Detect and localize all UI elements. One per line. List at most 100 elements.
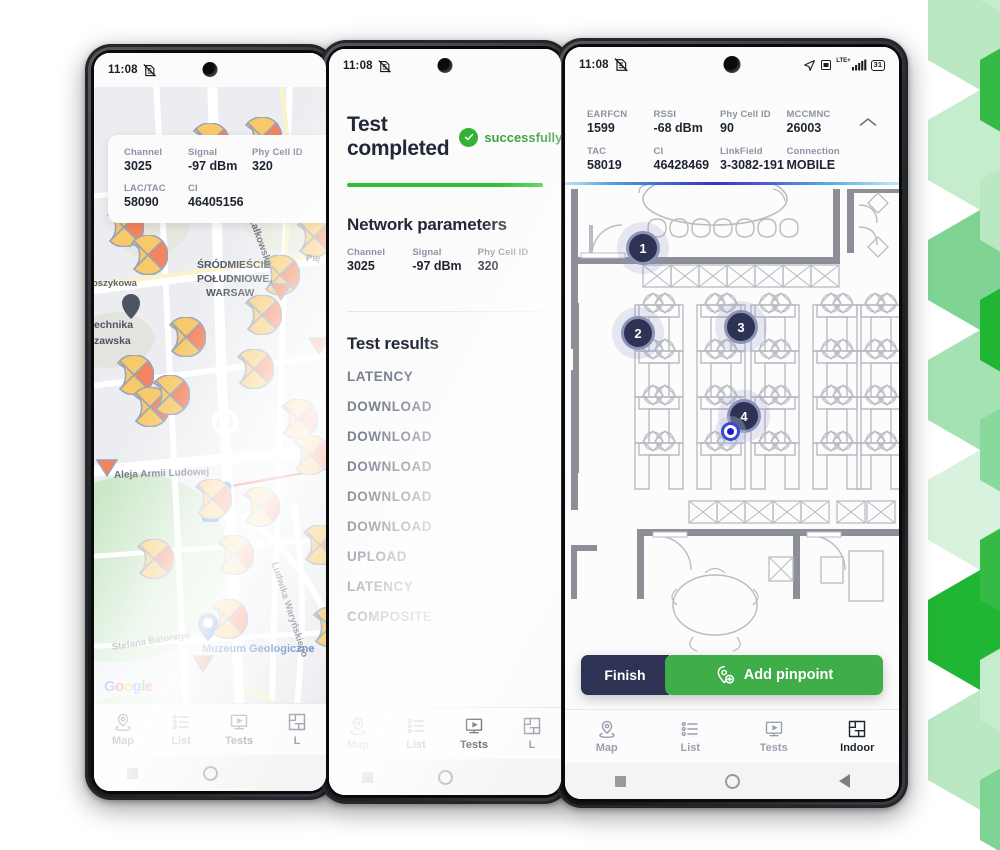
nav-tab-tests[interactable]: Tests (210, 712, 268, 747)
nav-tab-list[interactable]: List (387, 716, 445, 751)
test-result-item[interactable]: UPLOAD (347, 542, 543, 572)
test-result-item[interactable]: COMPOSITE (347, 602, 543, 632)
home-button[interactable] (724, 773, 740, 789)
param-label: LinkField (720, 146, 763, 157)
finish-button[interactable]: Finish (581, 655, 669, 695)
test-result-item[interactable]: DOWNLOAD (347, 482, 543, 512)
recents-button[interactable] (361, 771, 373, 783)
hexagon-tile (980, 30, 1000, 150)
nav-tab-map[interactable]: Map (329, 716, 387, 751)
list-icon (172, 714, 189, 730)
nav-tab-tests[interactable]: Tests (732, 719, 816, 754)
test-result-item[interactable]: DOWNLOAD (347, 422, 543, 452)
page-title: Test completed (347, 113, 450, 160)
tests-icon (765, 721, 782, 737)
cell-sector-marker[interactable] (290, 434, 326, 480)
param-value: 58090 (124, 195, 159, 209)
hexagon-tile (980, 390, 1000, 510)
test-result-item[interactable]: DOWNLOAD (347, 452, 543, 482)
collapse-panel-button[interactable] (853, 109, 883, 135)
cell-sector-marker[interactable] (150, 374, 191, 420)
cell-sector-marker[interactable] (192, 478, 233, 524)
status-icons: LTE+ 31 (803, 58, 885, 72)
cell-sector-marker[interactable] (134, 538, 175, 584)
param-value: 46405156 (188, 195, 244, 209)
nav-tab-list[interactable]: List (649, 719, 733, 754)
cell-sector-marker[interactable] (191, 655, 215, 678)
add-pinpoint-button[interactable]: Add pinpoint (665, 655, 883, 695)
param-value: 320 (477, 258, 499, 273)
pinpoint-marker-1[interactable]: 1 (626, 231, 660, 265)
home-button[interactable] (202, 765, 218, 781)
hexagon-tile (980, 750, 1000, 850)
param-value: 90 (720, 121, 734, 135)
no-sim-icon (143, 63, 156, 77)
pinpoint-marker-3[interactable]: 3 (724, 310, 758, 344)
android-system-bar[interactable] (329, 759, 561, 795)
param-value: -97 dBm (188, 159, 238, 173)
cell-sector-marker[interactable] (300, 524, 326, 570)
nav-tab-tests[interactable]: Tests (445, 716, 503, 751)
lte-signal-icon (851, 59, 866, 71)
android-system-bar[interactable] (565, 763, 899, 799)
no-sim-icon (614, 58, 628, 72)
back-button[interactable] (838, 774, 850, 788)
param-phy-cell-id: Phy Cell ID 320 (252, 147, 316, 173)
test-result-item[interactable]: LATENCY (347, 362, 543, 392)
recents-button[interactable] (614, 775, 626, 787)
test-results-view[interactable]: Test completed successfully Network para… (329, 83, 561, 707)
param-label: Phy Cell ID (252, 147, 303, 158)
home-button[interactable] (437, 769, 453, 785)
floor-plan-canvas[interactable] (565, 185, 899, 709)
add-pinpoint-label: Add pinpoint (743, 667, 834, 683)
cell-sector-marker[interactable] (234, 348, 275, 394)
nav-tab-list[interactable]: List (152, 712, 210, 747)
cell-sector-marker[interactable] (128, 234, 169, 280)
recents-button[interactable] (126, 767, 138, 779)
nav-tab-map[interactable]: Map (94, 712, 152, 747)
map-label: POŁUDNIOWE, (197, 273, 273, 285)
cell-sector-marker[interactable] (242, 294, 283, 340)
hexagon-tile (928, 450, 1000, 570)
param-label: Channel (124, 147, 163, 158)
network-params-panel[interactable]: EARFCN 1599 RSSI -68 dBm Phy Cell ID 90 (565, 83, 899, 182)
test-result-item[interactable]: DOWNLOAD (347, 512, 543, 542)
section-title-results: Test results (347, 333, 439, 353)
nav-tab-l[interactable]: L (503, 716, 561, 751)
cell-sector-marker[interactable] (240, 486, 281, 532)
test-result-item[interactable]: LATENCY (347, 572, 543, 602)
param-lac-tac: LAC/TAC 58090 (124, 183, 188, 209)
status-bar: 11:08 LTE+ 31 (565, 47, 899, 83)
indoor-floorplan-view[interactable]: 1234 Finish Add pinpoint (565, 185, 899, 709)
test-results-list[interactable]: LATENCY DOWNLOAD DOWNLOAD DOWNLOAD DOWNLOAD D… (347, 362, 543, 632)
nav-tab-map[interactable]: Map (565, 719, 649, 754)
tests-icon (465, 718, 483, 734)
param-value: 26003 (786, 121, 822, 135)
test-result-item[interactable]: DOWNLOAD (347, 392, 543, 422)
divider (347, 310, 543, 312)
map-label: echnika (94, 319, 134, 331)
param-value: 320 (252, 159, 273, 173)
bottom-navigation[interactable]: Map List Tests Indoor (565, 709, 899, 763)
sim-card-icon (821, 60, 832, 70)
cell-sector-marker[interactable] (214, 534, 255, 580)
nav-tab-l[interactable]: L (268, 712, 326, 747)
nav-tab-indoor[interactable]: Indoor (816, 719, 900, 754)
cell-sector-marker[interactable] (307, 337, 326, 360)
bottom-navigation[interactable]: Map List Tests L (329, 707, 561, 759)
param-value: 58019 (587, 158, 622, 172)
nav-tab-label: Map (347, 739, 369, 751)
pinpoint-marker-2[interactable]: 2 (621, 316, 655, 350)
nav-tab-label: Tests (460, 739, 488, 751)
param-value: 46428469 (653, 158, 710, 172)
map-view[interactable]: MMarszałkowskaŚRÓDMIEŚCIEPOŁUDNIOWE,WARS… (94, 87, 326, 703)
hexagon-tile (928, 90, 1000, 210)
section-title-network: Network parameters (347, 214, 507, 234)
cell-sector-marker[interactable] (208, 598, 249, 644)
chevron-up-icon (859, 117, 877, 126)
location-arrow-icon (804, 59, 816, 71)
android-system-bar[interactable] (94, 755, 326, 791)
bottom-navigation[interactable]: Map List Tests L (94, 703, 326, 755)
param-label: MCCMNC (786, 109, 831, 120)
cell-sector-marker[interactable] (166, 316, 207, 362)
